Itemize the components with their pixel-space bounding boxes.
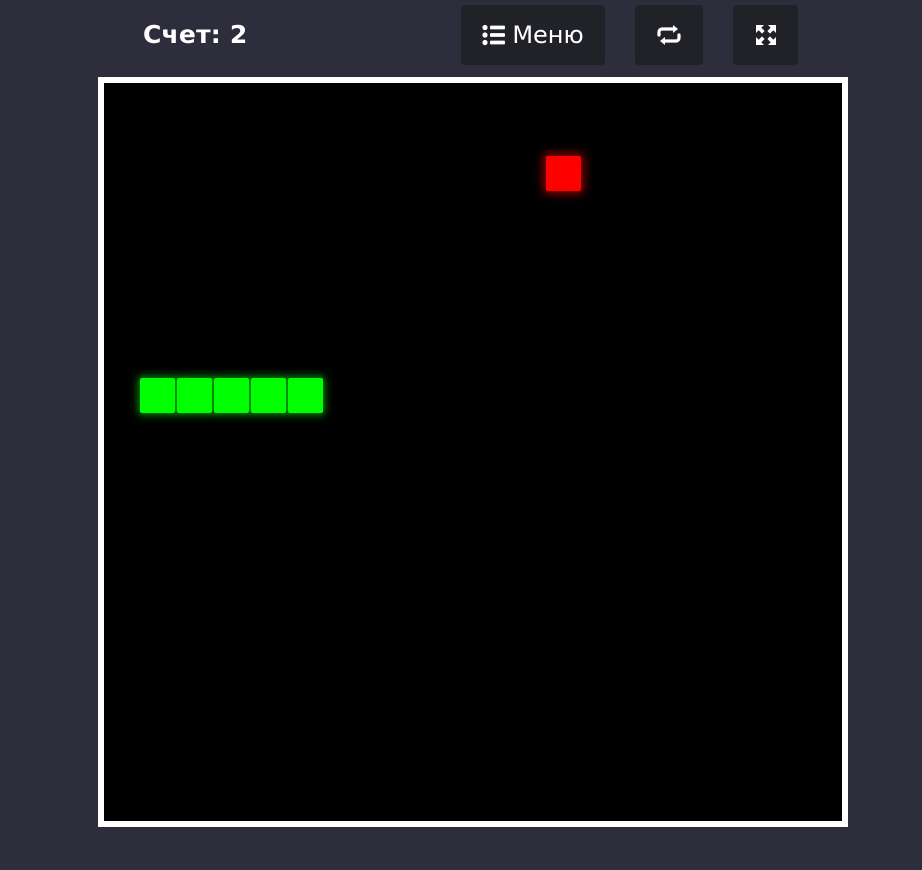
menu-button-label: Меню xyxy=(512,21,584,49)
snake-tail xyxy=(140,378,175,413)
top-bar: Счет: 2 Меню xyxy=(0,0,922,72)
repeat-icon xyxy=(656,24,682,46)
snake-head xyxy=(288,378,323,413)
expand-icon xyxy=(755,24,777,46)
list-icon xyxy=(482,24,506,46)
menu-button[interactable]: Меню xyxy=(461,5,605,65)
food xyxy=(546,156,581,191)
fullscreen-button[interactable] xyxy=(733,5,798,65)
game-board[interactable] xyxy=(98,77,848,827)
snake-segment xyxy=(214,378,249,413)
snake-segment xyxy=(177,378,212,413)
score-label: Счет: 2 xyxy=(143,20,248,49)
restart-button[interactable] xyxy=(635,5,703,65)
snake-segment xyxy=(251,378,286,413)
